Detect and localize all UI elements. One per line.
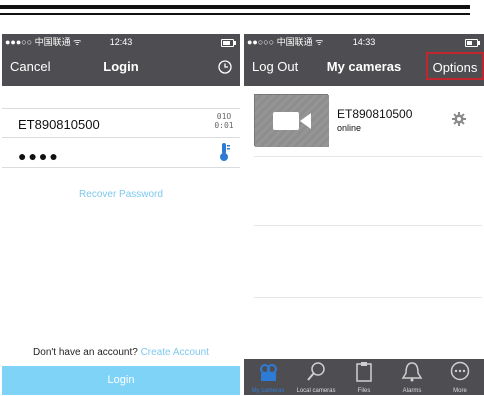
username-field-bottom-border <box>2 137 240 138</box>
recover-password-link[interactable]: Recover Password <box>2 189 240 200</box>
key-icon[interactable] <box>216 142 232 162</box>
login-screen: ●●●○○ 中国联通 ᯤ 12:43 Cancel Login ET890810… <box>2 34 240 395</box>
cameras-topbar: ●●○○○ 中国联通 ᯤ 14:33 Log Out My cameras Op… <box>244 34 484 86</box>
tab-label: More <box>453 388 467 394</box>
camera-name: ET890810500 <box>337 107 413 121</box>
camera-thumbnail[interactable] <box>254 94 329 147</box>
battery-fill <box>467 41 472 45</box>
create-account-link[interactable]: Create Account <box>141 347 209 358</box>
tab-local-cameras[interactable]: Local cameras <box>292 359 340 395</box>
list-divider <box>254 297 482 298</box>
qr-scan-icon[interactable]: 01O 0:01 <box>214 112 234 134</box>
search-icon <box>307 362 325 381</box>
tab-my-cameras[interactable]: My cameras <box>244 359 292 395</box>
battery-fill <box>223 41 230 45</box>
clipboard-icon <box>356 362 372 382</box>
more-icon <box>450 361 470 381</box>
cameras-icon <box>260 364 277 381</box>
password-field[interactable]: ●●●● <box>18 148 60 164</box>
clock-icon[interactable] <box>218 52 232 85</box>
page-title: Login <box>103 59 139 74</box>
battery-icon <box>221 39 236 47</box>
tab-more[interactable]: More <box>436 359 484 395</box>
status-time: 12:43 <box>109 37 133 47</box>
status-time: 14:33 <box>352 37 376 47</box>
video-camera-icon <box>255 95 329 147</box>
battery-icon <box>465 39 480 47</box>
list-divider <box>254 156 482 157</box>
tab-alarms[interactable]: Alarms <box>388 359 436 395</box>
header-rule-thin <box>0 13 470 15</box>
cameras-screen: ●●○○○ 中国联通 ᯤ 14:33 Log Out My cameras Op… <box>244 34 484 395</box>
camera-status: online <box>337 123 362 133</box>
list-divider <box>254 225 482 226</box>
username-field[interactable]: ET890810500 <box>18 117 100 132</box>
gear-icon[interactable] <box>452 112 466 126</box>
tab-files[interactable]: Files <box>340 359 388 395</box>
login-topbar: ●●●○○ 中国联通 ᯤ 12:43 Cancel Login <box>2 34 240 86</box>
tab-bar: My cameras Local cameras Files Alarms Mo… <box>244 359 484 395</box>
tab-label: My cameras <box>251 388 285 394</box>
bell-icon <box>401 362 423 382</box>
no-account-prompt: Don't have an account? Create Account <box>2 347 240 358</box>
navigation-bar: Cancel Login <box>2 52 240 82</box>
username-field-top-border <box>2 108 240 109</box>
no-account-label: Don't have an account? <box>33 347 138 358</box>
status-bar: ●●●○○ 中国联通 ᯤ 12:43 <box>2 34 240 50</box>
login-button[interactable]: Login <box>2 366 240 395</box>
status-bar: ●●○○○ 中国联通 ᯤ 14:33 <box>244 34 484 50</box>
tab-label: Files <box>357 388 371 394</box>
header-rule-thick <box>0 5 470 9</box>
tab-label: Local cameras <box>296 388 336 394</box>
tab-label: Alarms <box>402 388 422 394</box>
options-button[interactable]: Options <box>426 52 484 80</box>
password-field-bottom-border <box>2 167 240 168</box>
